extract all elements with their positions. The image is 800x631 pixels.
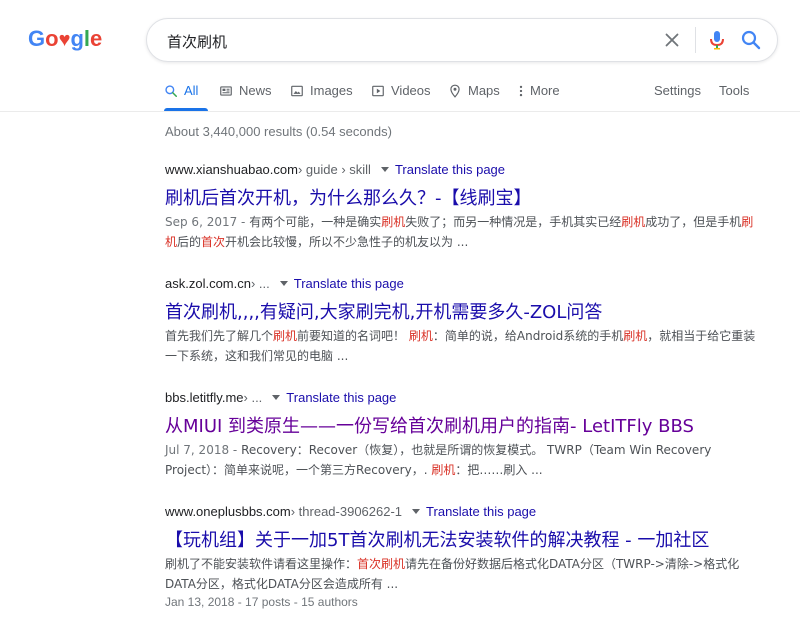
video-icon: [372, 85, 384, 96]
snippet-text: 有两个可能，一种是确实刷机失败了；而另一种情况是，手机其实已经刷机成功了，但是手…: [165, 215, 753, 249]
result-title[interactable]: 【玩机组】关于一加5T首次刷机无法安装软件的解决教程 - 一加社区: [165, 526, 765, 551]
highlight-term: 刷机: [623, 329, 648, 343]
translate-link[interactable]: Translate this page: [395, 162, 505, 177]
snippet-fragment: 失败了；而另一种情况是，手机其实已经: [405, 215, 622, 229]
highlight-term: 首次: [201, 235, 226, 249]
highlight-term: 刷机: [621, 215, 646, 229]
map-pin-icon: [450, 84, 460, 98]
tab-label: All: [184, 83, 199, 98]
caret-down-icon[interactable]: [272, 394, 281, 400]
heart-icon: ♥: [58, 29, 71, 51]
highlight-term: 刷机: [381, 215, 406, 229]
highlight-term: 刷机: [431, 463, 456, 477]
snippet-text: 首先我们先了解几个刷机前要知道的名词吧！ 刷机：简单的说，给Android系统的…: [165, 329, 755, 363]
divider: [695, 27, 696, 53]
tab-label: Images: [310, 83, 353, 98]
result-title[interactable]: 首次刷机,,,,有疑问,大家刷完机,开机需要多久-ZOL问答: [165, 298, 765, 323]
result-title[interactable]: 从MIUI 到类原生——一份写给首次刷机用户的指南- LetITFly BBS: [165, 412, 765, 437]
settings-link[interactable]: Settings: [654, 83, 701, 98]
microphone-icon[interactable]: [705, 28, 729, 52]
tab-news[interactable]: News: [219, 83, 272, 98]
snippet-fragment: 前要知道的名词吧！: [297, 329, 409, 343]
caret-down-icon[interactable]: [412, 508, 421, 514]
settings-label: Settings: [654, 83, 701, 98]
result-snippet: Jul 7, 2018 - Recovery：Recover（恢复），也就是所谓…: [165, 440, 765, 480]
snippet-fragment: ：把……刷入 ...: [455, 463, 543, 477]
result-breadcrumb: › ...: [250, 275, 270, 291]
result-url[interactable]: ask.zol.com.cn › ... Translate this page: [165, 274, 765, 292]
result-site: www.oneplusbbs.com: [165, 503, 291, 519]
result-site: bbs.letitfly.me: [165, 389, 244, 405]
highlight-term: 刷机: [408, 329, 433, 343]
result-breadcrumb: › thread-3906262-1: [290, 503, 403, 519]
search-input[interactable]: 首次刷机: [167, 31, 227, 52]
result-snippet: 首先我们先了解几个刷机前要知道的名词吧！ 刷机：简单的说，给Android系统的…: [165, 326, 765, 366]
snippet-fragment: 开机会比较慢，所以不少急性子的机友以为 ...: [225, 235, 469, 249]
snippet-text: Recovery：Recover（恢复），也就是所谓的恢复模式。 TWRP（Te…: [165, 443, 711, 477]
result-meta: Jan 13, 2018 - 17 posts - 15 authors: [165, 595, 358, 609]
search-result: ask.zol.com.cn › ... Translate this page…: [165, 274, 765, 366]
result-snippet: Sep 6, 2017 - 有两个可能，一种是确实刷机失败了；而另一种情况是，手…: [165, 212, 765, 252]
translate-link[interactable]: Translate this page: [426, 504, 536, 519]
search-icon[interactable]: [739, 28, 763, 52]
more-vert-icon: [519, 85, 523, 96]
highlight-term: 首次刷机: [357, 557, 406, 571]
header-divider: [0, 111, 800, 112]
caret-down-icon[interactable]: [380, 166, 389, 172]
snippet-fragment: 刷机了不能安装软件请看这里操作：: [165, 557, 358, 571]
tools-link[interactable]: Tools: [719, 83, 749, 98]
result-url[interactable]: www.xianshuabao.com › guide › skill Tran…: [165, 160, 765, 178]
search-result: bbs.letitfly.me › ... Translate this pag…: [165, 388, 765, 480]
translate-link[interactable]: Translate this page: [294, 276, 404, 291]
caret-down-icon[interactable]: [279, 280, 288, 286]
result-site: www.xianshuabao.com: [165, 161, 298, 177]
news-icon: [220, 85, 232, 96]
snippet-text: 刷机了不能安装软件请看这里操作：首次刷机请先在备份好数据后格式化DATA分区（T…: [165, 557, 739, 591]
result-title[interactable]: 刷机后首次开机，为什么那么久？-【线刷宝】: [165, 184, 765, 209]
result-url[interactable]: www.oneplusbbs.com › thread-3906262-1 Tr…: [165, 502, 765, 520]
snippet-fragment: ：简单的说，给Android系统的手机: [432, 329, 624, 343]
tab-label: News: [239, 83, 272, 98]
tools-label: Tools: [719, 83, 750, 98]
search-result: www.xianshuabao.com › guide › skill Tran…: [165, 160, 765, 252]
result-date: Jul 7, 2018 -: [165, 443, 242, 457]
tab-all[interactable]: All: [164, 83, 198, 98]
result-date: Sep 6, 2017 -: [165, 215, 250, 229]
search-icon: [165, 84, 178, 97]
tab-images[interactable]: Images: [290, 83, 353, 98]
snippet-fragment: 首先我们先了解几个: [165, 329, 274, 343]
google-logo[interactable]: Go♥gle: [28, 26, 102, 52]
tab-label: More: [530, 83, 560, 98]
snippet-fragment: 有两个可能，一种是确实: [249, 215, 382, 229]
result-breadcrumb: › ...: [243, 389, 263, 405]
snippet-fragment: 后的: [177, 235, 202, 249]
result-site: ask.zol.com.cn: [165, 275, 251, 291]
tab-more[interactable]: More: [518, 83, 560, 98]
result-url[interactable]: bbs.letitfly.me › ... Translate this pag…: [165, 388, 765, 406]
tab-label: Maps: [468, 83, 500, 98]
search-result: www.oneplusbbs.com › thread-3906262-1 Tr…: [165, 502, 765, 610]
tab-maps[interactable]: Maps: [448, 83, 500, 98]
highlight-term: 刷机: [273, 329, 298, 343]
snippet-fragment: 成功了，但是手机: [645, 215, 742, 229]
translate-link[interactable]: Translate this page: [286, 390, 396, 405]
result-breadcrumb: › guide › skill: [297, 161, 371, 177]
result-stats: About 3,440,000 results (0.54 seconds): [165, 124, 392, 139]
tab-videos[interactable]: Videos: [371, 83, 431, 98]
image-icon: [291, 85, 303, 96]
tab-label: Videos: [391, 83, 431, 98]
result-snippet: 刷机了不能安装软件请看这里操作：首次刷机请先在备份好数据后格式化DATA分区（T…: [165, 554, 765, 594]
search-box[interactable]: 首次刷机: [146, 18, 778, 62]
search-tabs: All News Images Videos Maps More Setting…: [164, 80, 800, 111]
close-icon[interactable]: [661, 29, 683, 51]
